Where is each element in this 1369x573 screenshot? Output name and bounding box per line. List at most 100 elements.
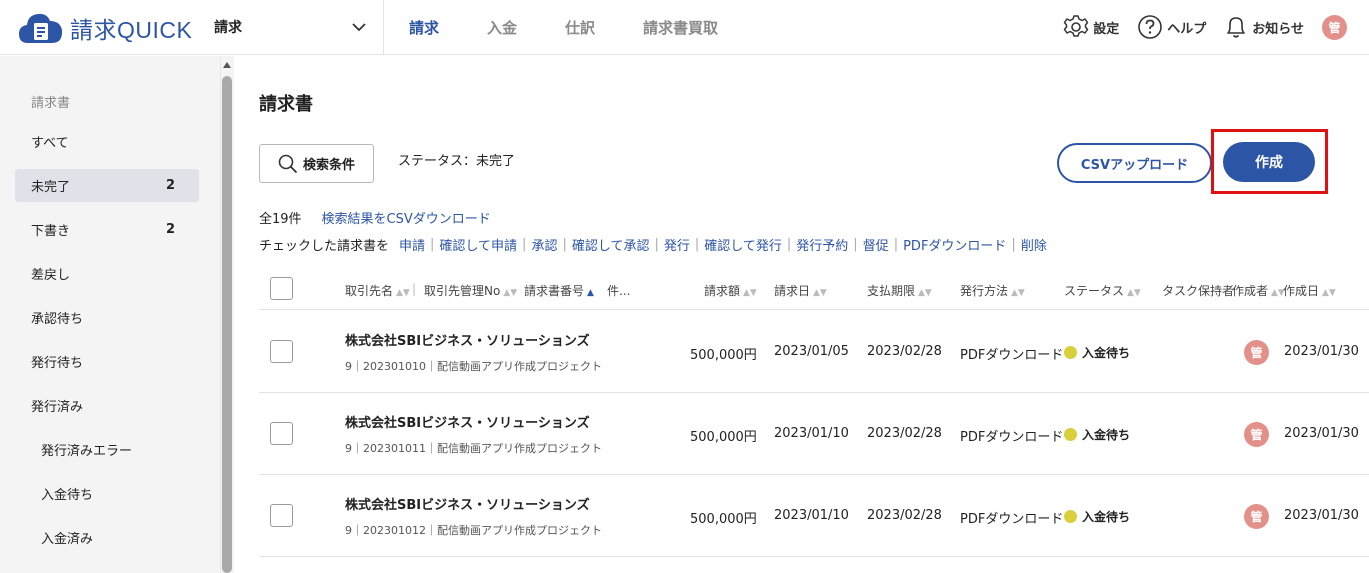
divider bbox=[383, 0, 384, 55]
table-row[interactable]: 株式会社SBIビジネス・ソリューションズ 9｜202301012｜配信動画アプリ… bbox=[259, 475, 1369, 557]
sidebar-item-draft[interactable]: 下書き 2 bbox=[15, 213, 199, 246]
nav-invoice-factoring[interactable]: 請求書買取 bbox=[643, 17, 718, 38]
scrollbar-thumb[interactable] bbox=[222, 76, 232, 573]
sidebar-item-all[interactable]: すべて bbox=[15, 125, 199, 158]
bulk-action-issue[interactable]: 発行 bbox=[664, 235, 690, 254]
status-label: 入金待ち bbox=[1082, 510, 1131, 524]
bell-icon bbox=[1227, 17, 1246, 38]
creator-avatar: 管 bbox=[1244, 340, 1269, 365]
row-checkbox[interactable] bbox=[270, 504, 293, 527]
separator: | bbox=[412, 282, 417, 296]
client-name[interactable]: 株式会社SBIビジネス・ソリューションズ bbox=[345, 412, 590, 431]
bulk-action-apply[interactable]: 申請 bbox=[399, 235, 425, 254]
separator: | bbox=[786, 237, 792, 252]
created-date: 2023/01/30 bbox=[1284, 508, 1359, 523]
column-subject[interactable]: 件... bbox=[607, 282, 630, 299]
column-due-date[interactable]: 支払期限 ▲▼ bbox=[867, 282, 932, 299]
row-checkbox[interactable] bbox=[270, 340, 293, 363]
help-label: ヘルプ bbox=[1167, 21, 1207, 37]
table-row[interactable]: 株式会社SBIビジネス・ソリューションズ 9｜202301010｜配信動画アプリ… bbox=[259, 311, 1369, 393]
column-invoice-no[interactable]: 請求書番号 ▲ bbox=[524, 282, 594, 299]
brand-logo[interactable]: 請求QUICK bbox=[18, 11, 192, 45]
separator: | bbox=[893, 237, 899, 252]
sidebar-scrollbar[interactable] bbox=[220, 56, 234, 573]
table-row[interactable]: 株式会社SBIビジネス・ソリューションズ 9｜202301011｜配信動画アプリ… bbox=[259, 393, 1369, 475]
sidebar-item-awaiting-approval[interactable]: 承認待ち bbox=[15, 301, 199, 334]
bulk-action-approve[interactable]: 承認 bbox=[531, 235, 557, 254]
search-conditions-button[interactable]: 検索条件 bbox=[259, 144, 374, 183]
sidebar-item-label: 入金待ち bbox=[41, 488, 94, 503]
issue-method: PDFダウンロード bbox=[960, 430, 1064, 445]
column-amount[interactable]: 請求額 ▲▼ bbox=[704, 282, 757, 299]
status-dot-icon bbox=[1064, 510, 1077, 523]
client-name[interactable]: 株式会社SBIビジネス・ソリューションズ bbox=[345, 330, 590, 349]
due-date: 2023/02/28 bbox=[867, 344, 942, 359]
sort-icon: ▲▼ bbox=[918, 288, 932, 298]
due-date: 2023/02/28 bbox=[867, 426, 942, 441]
row-sub-info: 9｜202301011｜配信動画アプリ作成プロジェクト bbox=[345, 442, 602, 455]
bulk-action-remind[interactable]: 督促 bbox=[863, 235, 889, 254]
nav-invoice[interactable]: 請求 bbox=[409, 17, 439, 38]
sidebar-item-label: 発行済みエラー bbox=[41, 444, 133, 459]
brand-name: 請求QUICK bbox=[70, 17, 193, 43]
nav-payment[interactable]: 入金 bbox=[487, 17, 517, 38]
sidebar: 請求書 すべて 未完了 2 下書き 2 差戻し 承認待ち 発行待ち 発行済み 発行済… bbox=[0, 56, 220, 573]
sidebar-item-issued-error[interactable]: 発行済みエラー bbox=[25, 433, 199, 466]
csv-upload-button[interactable]: CSVアップロード bbox=[1057, 143, 1212, 183]
sidebar-item-label: 承認待ち bbox=[31, 312, 84, 327]
sidebar-heading: 請求書 bbox=[31, 96, 71, 111]
nav-journal[interactable]: 仕訳 bbox=[565, 17, 595, 38]
sidebar-item-incomplete[interactable]: 未完了 2 bbox=[15, 169, 199, 202]
scroll-up-arrow-icon[interactable] bbox=[223, 62, 231, 68]
bulk-action-pdf-download[interactable]: PDFダウンロード bbox=[903, 235, 1006, 254]
column-invoice-date[interactable]: 請求日 ▲▼ bbox=[774, 282, 827, 299]
column-client-no[interactable]: 取引先管理No ▲▼ bbox=[424, 282, 517, 299]
total-count: 全19件 bbox=[259, 212, 302, 227]
settings-button[interactable]: 設定 bbox=[1063, 14, 1119, 40]
sidebar-item-label: 未完了 bbox=[31, 180, 71, 195]
user-menu[interactable]: 管 bbox=[1322, 14, 1347, 40]
status-label: 入金待ち bbox=[1082, 346, 1131, 360]
amount: 500,000円 bbox=[690, 430, 757, 445]
amount: 500,000円 bbox=[690, 512, 757, 527]
sort-icon: ▲▼ bbox=[813, 288, 827, 298]
bulk-action-delete[interactable]: 削除 bbox=[1021, 235, 1047, 254]
row-checkbox[interactable] bbox=[270, 422, 293, 445]
column-client[interactable]: 取引先名 ▲▼ bbox=[345, 282, 410, 299]
invoice-date: 2023/01/10 bbox=[774, 508, 849, 523]
separator: | bbox=[694, 237, 700, 252]
result-summary: 全19件 検索結果をCSVダウンロード bbox=[259, 208, 491, 227]
sidebar-item-count: 2 bbox=[165, 222, 175, 237]
select-all-checkbox[interactable] bbox=[270, 277, 293, 300]
issue-method: PDFダウンロード bbox=[960, 512, 1064, 527]
sort-icon: ▲▼ bbox=[1322, 288, 1336, 298]
column-created[interactable]: 作成日 ▲▼ bbox=[1283, 282, 1336, 299]
sidebar-item-awaiting-payment[interactable]: 入金待ち bbox=[25, 477, 199, 510]
status-badge: 入金待ち bbox=[1064, 426, 1130, 443]
create-button[interactable]: 作成 bbox=[1223, 142, 1315, 182]
column-method[interactable]: 発行方法 ▲▼ bbox=[960, 282, 1025, 299]
page-title: 請求書 bbox=[259, 94, 313, 115]
bulk-action-schedule-issue[interactable]: 発行予約 bbox=[796, 235, 848, 254]
notifications-button[interactable]: お知らせ bbox=[1224, 14, 1304, 40]
column-status[interactable]: ステータス ▲▼ bbox=[1064, 282, 1141, 299]
help-button[interactable]: ヘルプ bbox=[1137, 14, 1206, 40]
sidebar-item-awaiting-issue[interactable]: 発行待ち bbox=[15, 345, 199, 378]
sidebar-item-paid[interactable]: 入金済み bbox=[25, 521, 199, 554]
app-selector[interactable]: 請求 bbox=[214, 14, 366, 40]
column-creator[interactable]: 作成者 ▲▼ bbox=[1232, 282, 1285, 299]
client-name[interactable]: 株式会社SBIビジネス・ソリューションズ bbox=[345, 494, 590, 513]
separator: | bbox=[853, 237, 858, 252]
search-conditions-label: 検索条件 bbox=[302, 158, 355, 173]
creator-avatar: 管 bbox=[1244, 422, 1269, 447]
bulk-action-confirm-issue[interactable]: 確認して発行 bbox=[704, 235, 782, 254]
csv-download-link[interactable]: 検索結果をCSVダウンロード bbox=[322, 208, 491, 227]
bulk-action-confirm-approve[interactable]: 確認して承認 bbox=[572, 235, 650, 254]
bulk-action-confirm-apply[interactable]: 確認して申請 bbox=[439, 235, 517, 254]
sort-icon: ▲▼ bbox=[1127, 288, 1141, 298]
sidebar-item-issued[interactable]: 発行済み bbox=[15, 389, 199, 422]
main-nav: 請求 入金 仕訳 請求書買取 bbox=[409, 0, 766, 55]
sort-icon: ▲▼ bbox=[503, 288, 518, 298]
sidebar-item-returned[interactable]: 差戻し bbox=[15, 257, 199, 290]
creator-avatar: 管 bbox=[1244, 504, 1269, 529]
